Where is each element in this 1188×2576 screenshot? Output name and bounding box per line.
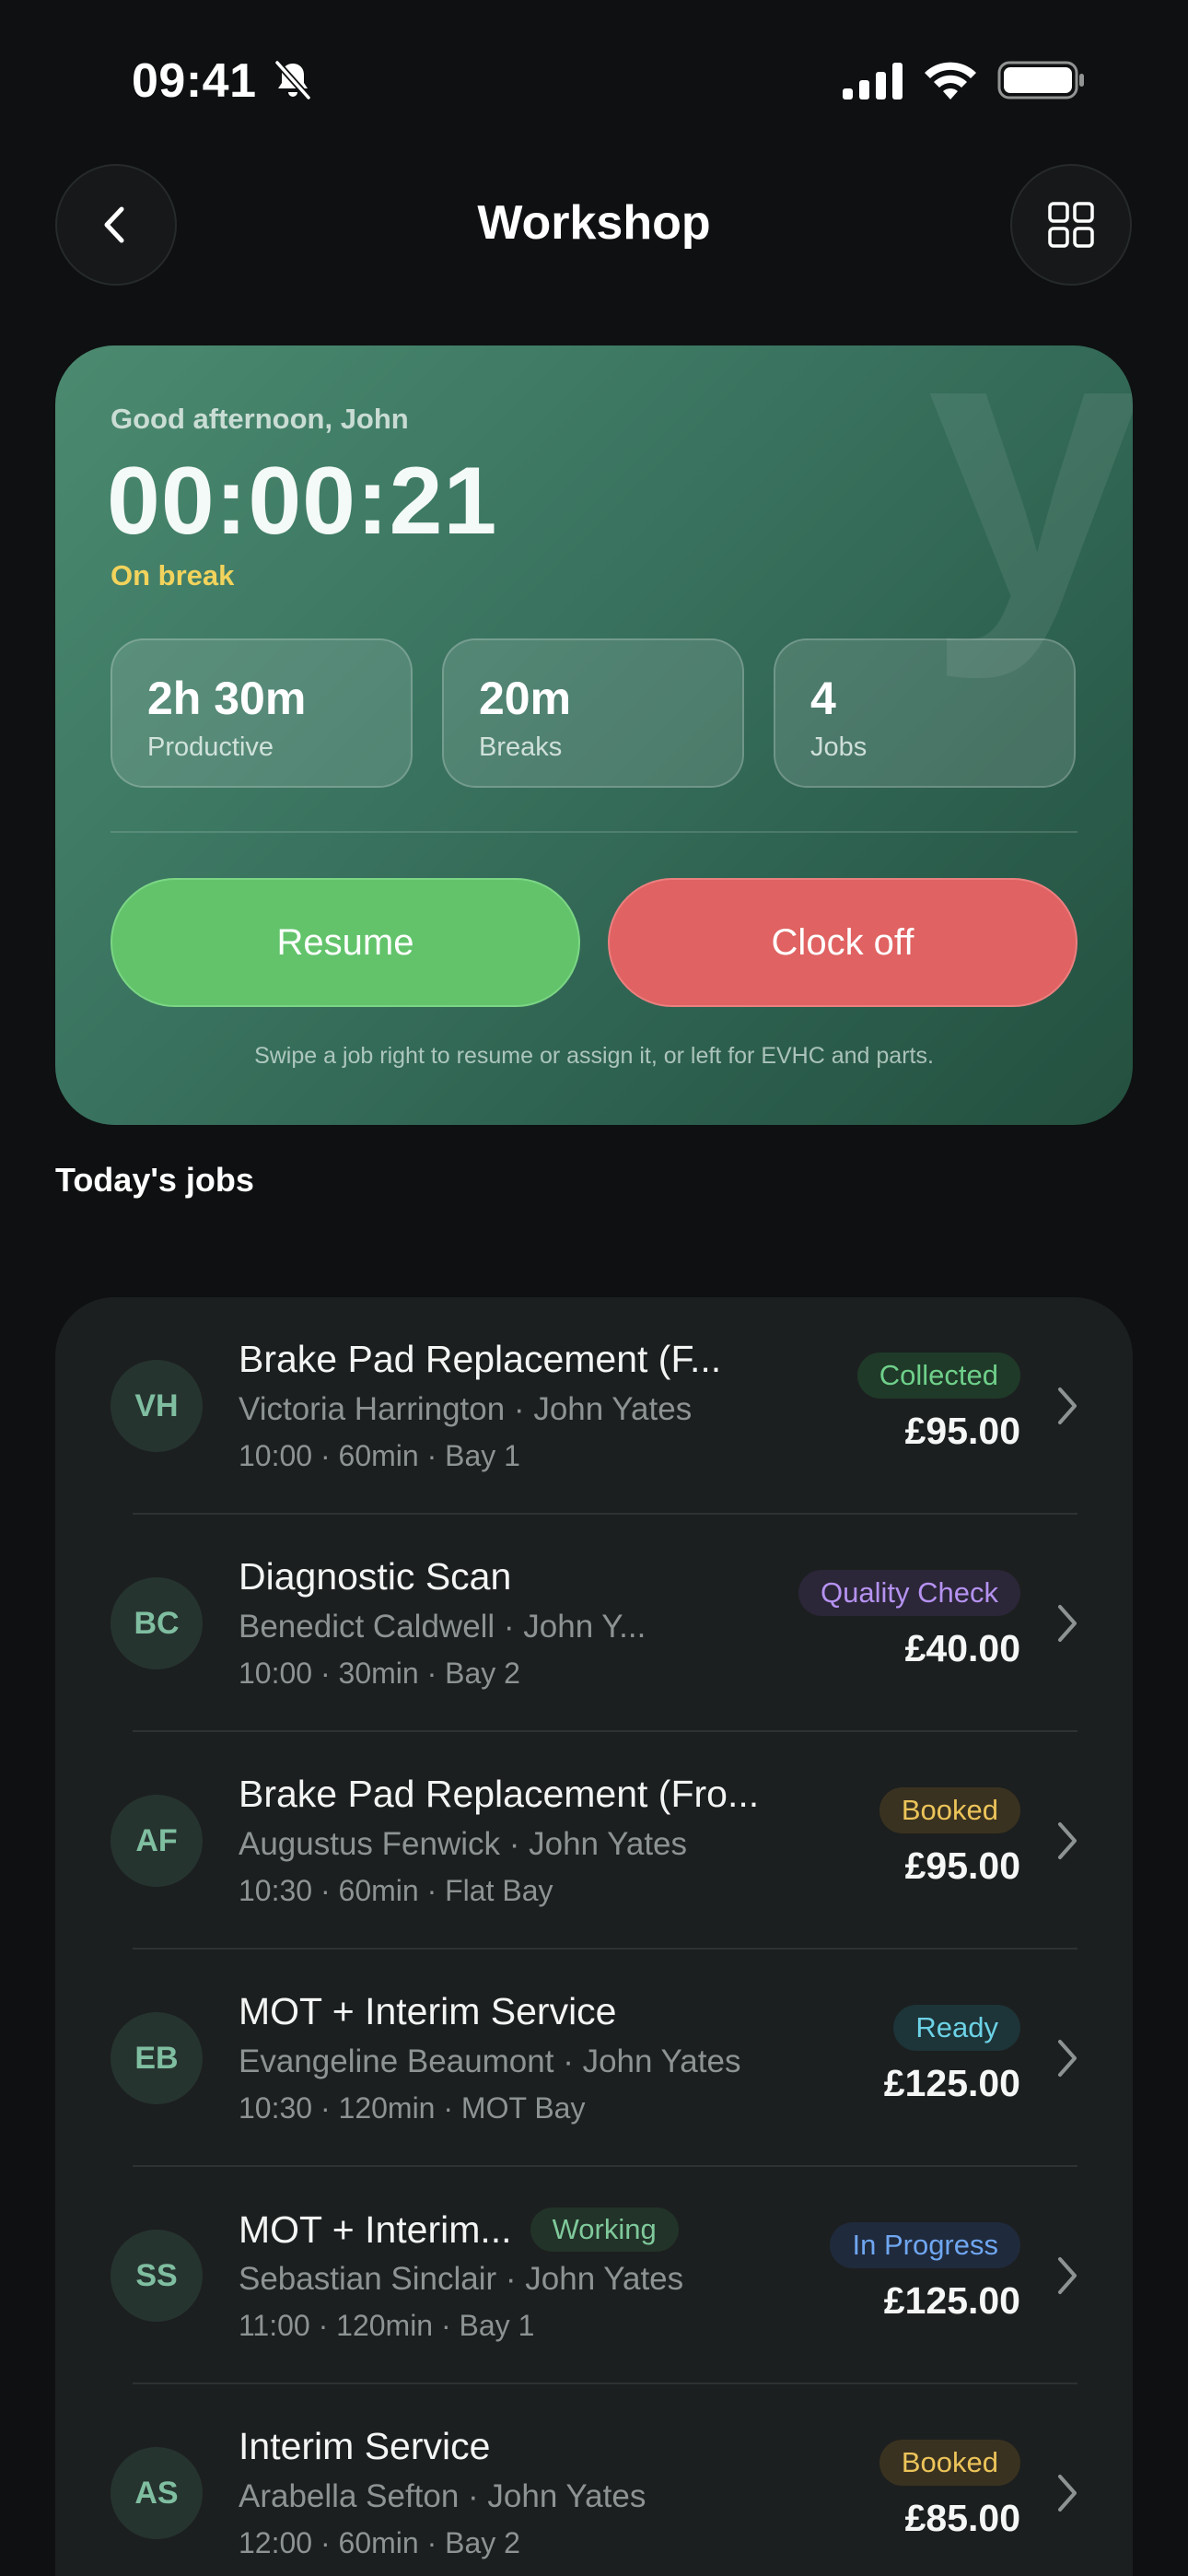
job-title-line: MOT + Interim Service: [239, 1990, 616, 2033]
grid-view-button[interactable]: [1010, 164, 1132, 286]
job-customer: Benedict Caldwell · John Y...: [239, 1609, 646, 1645]
stat-value: 20m: [479, 673, 572, 724]
status-badge: Booked: [879, 1787, 1020, 1833]
resume-button[interactable]: Resume: [111, 878, 580, 1007]
job-title: Diagnostic Scan: [239, 1555, 512, 1598]
timer-card: y Good afternoon, John 00:00:21 On break…: [55, 345, 1133, 1125]
job-customer: Augustus Fenwick · John Yates: [239, 1826, 688, 1862]
job-customer: Evangeline Beaumont · John Yates: [239, 2043, 741, 2079]
job-meta: 10:30 · 120min · MOT Bay: [239, 2091, 586, 2125]
greeting: Good afternoon, John: [111, 403, 409, 435]
bell-muted-icon: [274, 60, 311, 100]
job-price: £85.00: [904, 2497, 1020, 2539]
job-price: £40.00: [904, 1627, 1020, 1669]
status-badge: Collected: [856, 1352, 1020, 1399]
avatar: AF: [111, 1795, 203, 1887]
stat-label: Productive: [147, 732, 274, 762]
stat-breaks: 20m Breaks: [442, 638, 744, 788]
job-row[interactable]: BC Diagnostic Scan Benedict Caldwell · J…: [55, 1515, 1133, 1732]
timer-value: 00:00:21: [107, 448, 498, 555]
job-price: £125.00: [883, 2279, 1020, 2322]
job-row[interactable]: SS MOT + Interim... Working Sebastian Si…: [55, 2167, 1133, 2384]
avatar: AS: [111, 2447, 203, 2539]
chevron-right-icon: [1058, 1605, 1077, 1642]
job-title-line: Diagnostic Scan: [239, 1555, 511, 1598]
status-time: 09:41: [132, 54, 257, 108]
job-title-line: Brake Pad Replacement (Fro...: [239, 1773, 759, 1816]
avatar: BC: [111, 1577, 203, 1669]
chevron-right-icon: [1058, 2040, 1077, 2077]
stat-value: 2h 30m: [147, 673, 307, 724]
job-title-line: Interim Service: [239, 2425, 490, 2468]
chevron-right-icon: [1058, 1388, 1077, 1424]
screen: 09:41 Workshop y Good afternoon, John 00…: [0, 0, 1188, 2576]
job-title: MOT + Interim Service: [239, 1990, 617, 2032]
battery-icon: [997, 61, 1084, 100]
job-title: Interim Service: [239, 2425, 491, 2467]
avatar: SS: [111, 2230, 203, 2322]
card-watermark: y: [926, 345, 1133, 681]
job-customer: Arabella Sefton · John Yates: [239, 2478, 646, 2514]
break-status: On break: [111, 559, 235, 591]
job-price: £125.00: [883, 2062, 1020, 2104]
job-row[interactable]: EB MOT + Interim Service Evangeline Beau…: [55, 1950, 1133, 2167]
stat-label: Jobs: [810, 732, 868, 762]
card-divider: [111, 831, 1077, 833]
section-title: Today's jobs: [55, 1161, 254, 1199]
job-meta: 10:30 · 60min · Flat Bay: [239, 1874, 553, 1907]
chevron-right-icon: [1058, 2475, 1077, 2512]
working-badge: Working: [530, 2207, 679, 2252]
job-title-line: MOT + Interim... Working: [239, 2207, 679, 2252]
job-customer: Victoria Harrington · John Yates: [239, 1391, 693, 1427]
status-badge: Booked: [879, 2440, 1020, 2486]
status-badge: Ready: [893, 2005, 1020, 2051]
stat-value: 4: [810, 673, 836, 724]
job-meta: 12:00 · 60min · Bay 2: [239, 2526, 520, 2559]
job-meta: 10:00 · 60min · Bay 1: [239, 1439, 520, 1472]
stat-label: Breaks: [479, 732, 563, 762]
wifi-icon: [925, 62, 976, 100]
job-customer: Sebastian Sinclair · John Yates: [239, 2261, 684, 2297]
job-price: £95.00: [904, 1844, 1020, 1887]
job-row[interactable]: VH Brake Pad Replacement (F... Victoria …: [55, 1297, 1133, 1515]
avatar: EB: [111, 2012, 203, 2104]
cellular-signal-icon: [843, 63, 903, 100]
stat-productive: 2h 30m Productive: [111, 638, 413, 788]
status-bar: 09:41: [0, 0, 1188, 161]
status-badge: Quality Check: [798, 1570, 1020, 1616]
grid-icon: [1048, 202, 1094, 248]
job-meta: 11:00 · 120min · Bay 1: [239, 2309, 535, 2342]
chevron-right-icon: [1058, 1822, 1077, 1859]
job-row[interactable]: AF Brake Pad Replacement (Fro... Augustu…: [55, 1732, 1133, 1950]
chevron-right-icon: [1058, 2257, 1077, 2294]
avatar: VH: [111, 1360, 203, 1452]
swipe-hint: Swipe a job right to resume or assign it…: [254, 1043, 934, 1069]
clock-off-button[interactable]: Clock off: [608, 878, 1077, 1007]
status-badge: In Progress: [830, 2222, 1020, 2268]
jobs-list: VH Brake Pad Replacement (F... Victoria …: [55, 1297, 1133, 2576]
job-title: MOT + Interim...: [239, 2207, 512, 2251]
job-title-line: Brake Pad Replacement (F...: [239, 1338, 721, 1381]
job-row[interactable]: AS Interim Service Arabella Sefton · Joh…: [55, 2384, 1133, 2576]
job-meta: 10:00 · 30min · Bay 2: [239, 1657, 520, 1690]
job-title: Brake Pad Replacement (F...: [239, 1338, 722, 1380]
stat-jobs: 4 Jobs: [774, 638, 1076, 788]
job-price: £95.00: [904, 1410, 1020, 1452]
job-title: Brake Pad Replacement (Fro...: [239, 1773, 760, 1815]
